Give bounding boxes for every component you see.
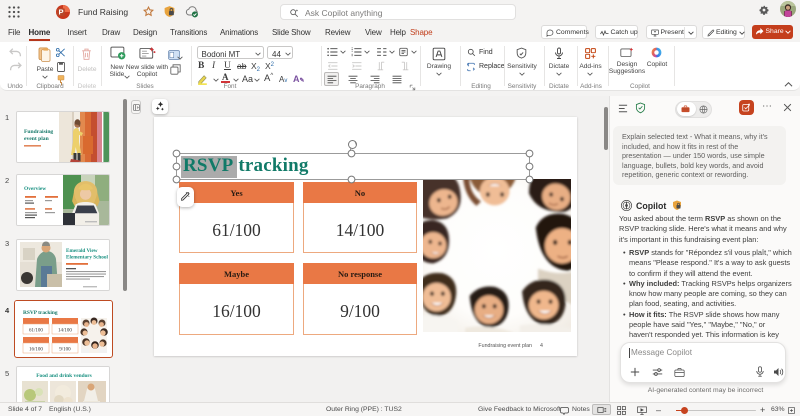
svg-text:Elementary School: Elementary School [66,254,108,260]
svg-text:Emerald View: Emerald View [66,248,98,254]
svg-text:Overview: Overview [24,186,46,192]
svg-text:Fundraising: Fundraising [24,129,53,135]
svg-text:61/100: 61/100 [29,329,43,334]
svg-text:RSVP tracking: RSVP tracking [23,310,58,316]
svg-text:9/100: 9/100 [59,348,71,353]
svg-text:16/100: 16/100 [29,348,43,353]
svg-text:P: P [58,8,63,17]
svg-text:event plan: event plan [24,136,50,142]
svg-text:Food and drink vendors: Food and drink vendors [36,373,92,379]
svg-text:14/100: 14/100 [58,329,72,334]
